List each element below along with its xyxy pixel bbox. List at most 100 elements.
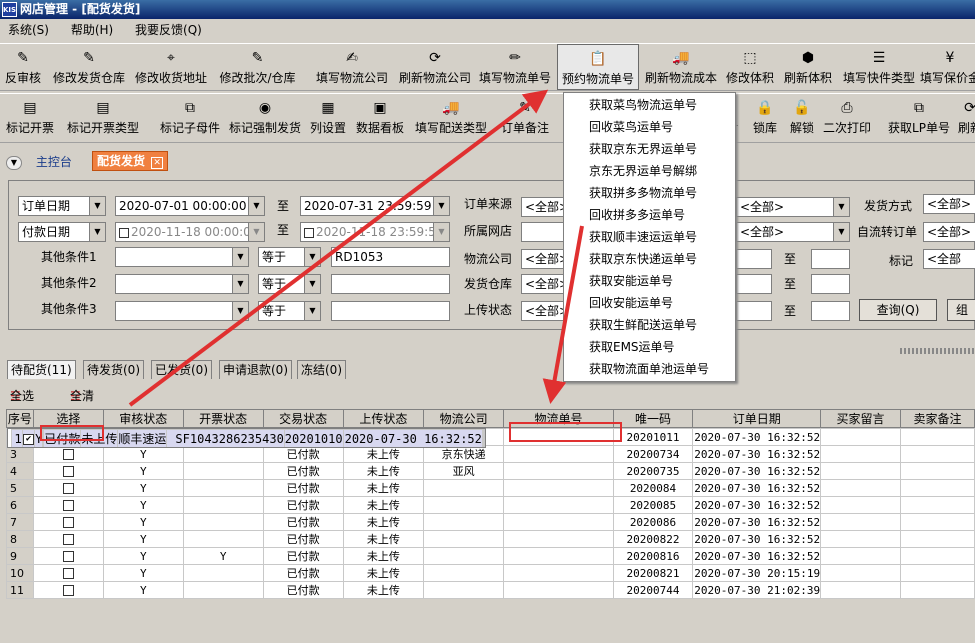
chevron-down-icon[interactable]: ▼ (6, 155, 22, 170)
cond2-field-select[interactable]: ▼ (115, 274, 249, 294)
toolbar1-button-0[interactable]: ✎ 反审核 (0, 44, 46, 90)
table-row[interactable]: 11 Y 已付款 未上传 20200744 2020-07-30 21:02:39 (6, 581, 975, 599)
toolbar1-button-2[interactable]: ⌖ 修改收货地址 (132, 44, 210, 90)
auto-flow-select[interactable]: <全部> (923, 222, 975, 242)
range-from-input-1[interactable] (736, 249, 772, 269)
cond1-value-input[interactable]: RD1053 (331, 247, 450, 267)
toolbar1-button-3[interactable]: ✎ 修改批次/仓库 (213, 44, 302, 90)
date-to-input-1[interactable]: 2020-07-31 23:59:59 ▼ (300, 196, 450, 216)
date-from-input-2[interactable]: 2020-11-18 00:00:00 ▼ (115, 222, 265, 242)
row-checkbox-cell[interactable] (32, 581, 104, 599)
range-from-input-2[interactable] (736, 274, 772, 294)
table-row[interactable]: 5 Y 已付款 未上传 2020084 2020-07-30 16:32:52 (6, 479, 975, 497)
column-header-9[interactable]: 订单日期 (692, 409, 822, 428)
column-header-3[interactable]: 开票状态 (182, 409, 264, 428)
column-header-10[interactable]: 买家留言 (820, 409, 901, 428)
column-header-2[interactable]: 审核状态 (102, 409, 184, 428)
menu-system[interactable]: 系统(S) (8, 23, 49, 37)
column-header-5[interactable]: 上传状态 (342, 409, 424, 428)
row-checkbox[interactable] (62, 568, 74, 579)
row-checkbox[interactable] (62, 500, 74, 511)
dropdown-item-8[interactable]: 获取安能运单号 (564, 270, 735, 292)
toolbar1-button-1[interactable]: ✎ 修改发货仓库 (50, 44, 128, 90)
dropdown-item-10[interactable]: 获取生鲜配送运单号 (564, 314, 735, 336)
query-button[interactable]: 查询(Q) (859, 299, 937, 321)
toolbar1-button-6[interactable]: ✏ 填写物流单号 (476, 44, 554, 90)
row-checkbox-cell[interactable] (32, 445, 104, 463)
dropdown-item-4[interactable]: 获取拼多多物流单号 (564, 182, 735, 204)
table-row[interactable]: 7 Y 已付款 未上传 2020086 2020-07-30 16:32:52 (6, 513, 975, 531)
dropdown-item-0[interactable]: 获取菜鸟物流运单号 (564, 94, 735, 116)
dropdown-item-7[interactable]: 获取京东快递运单号 (564, 248, 735, 270)
range-to-input-2[interactable] (811, 274, 850, 294)
table-row[interactable]: 3 Y 已付款 未上传 京东快递 20200734 2020-07-30 16:32:52 (6, 445, 975, 463)
cond3-field-select[interactable]: ▼ (115, 301, 249, 321)
date-type-select-1[interactable]: 订单日期 ▼ (18, 196, 106, 216)
order-source-select[interactable]: <全部> (521, 197, 565, 217)
row-checkbox[interactable] (62, 449, 74, 460)
tab-frozen[interactable]: 冻结(0) (297, 360, 346, 379)
tab-active[interactable]: 配货发货 ✕ (92, 151, 169, 171)
tab-pending-shipment[interactable]: 待发货(0) (83, 360, 144, 379)
toolbar1-button-11[interactable]: ☰ 填写快件类型 (839, 44, 919, 90)
tab-active-label[interactable]: 配货发货 (97, 154, 145, 168)
shop-select[interactable] (521, 222, 565, 242)
column-header-6[interactable]: 物流公司 (422, 409, 505, 428)
upload-select[interactable]: <全部> (521, 301, 565, 321)
tab-home-label[interactable]: 主控台 (36, 155, 72, 169)
filter-select-a[interactable]: <全部> ▼ (736, 197, 850, 217)
group-button[interactable]: 组 (947, 299, 975, 321)
row-checkbox[interactable] (62, 517, 74, 528)
column-header-8[interactable]: 唯一码 (612, 409, 694, 428)
row-checkbox-cell[interactable] (32, 462, 104, 480)
column-header-4[interactable]: 交易状态 (262, 409, 344, 428)
table-row[interactable]: 10 Y 已付款 未上传 20200821 2020-07-30 20:15:19 (6, 564, 975, 582)
table-row[interactable]: 9 Y Y 已付款 未上传 20200816 2020-07-30 16:32:52 (6, 547, 975, 565)
cond3-value-input[interactable] (331, 301, 450, 321)
row-checkbox[interactable] (62, 466, 74, 477)
date-to-input-2[interactable]: 2020-11-18 23:59:59 ▼ (300, 222, 450, 242)
cond1-op-select[interactable]: 等于 ▼ (258, 247, 321, 267)
dropdown-item-12[interactable]: 获取物流面单池运单号 (564, 358, 735, 380)
tab-home[interactable]: ▼ 主控台 (6, 153, 72, 170)
mark-select[interactable]: <全部 (923, 249, 975, 269)
toolbar2-button-3[interactable]: ◉ 标记强制发货 (224, 94, 306, 140)
range-to-input-1[interactable] (811, 249, 850, 269)
menu-help[interactable]: 帮助(H) (71, 23, 113, 37)
table-row[interactable]: 4 Y 已付款 未上传 亚风 20200735 2020-07-30 16:32:52 (6, 462, 975, 480)
splitter-grip[interactable] (900, 348, 975, 354)
toolbar2-button-6[interactable]: 🚚 填写配送类型 (410, 94, 492, 140)
toolbar2-button-9[interactable]: 🔓 解锁 (785, 94, 819, 140)
dropdown-item-3[interactable]: 京东无界运单号解绑 (564, 160, 735, 182)
date-from-input-1[interactable]: 2020-07-01 00:00:00 ▼ (115, 196, 265, 216)
row-checkbox-cell[interactable] (32, 564, 104, 582)
cond2-value-input[interactable] (331, 274, 450, 294)
toolbar1-button-12[interactable]: ¥ 填写保价金 (920, 44, 975, 90)
tab-refund-request[interactable]: 申请退款(0) (219, 360, 292, 379)
dropdown-item-6[interactable]: 获取顺丰速运运单号 (564, 226, 735, 248)
toolbar1-button-8[interactable]: 🚚 刷新物流成本 (642, 44, 720, 90)
row-checkbox-cell[interactable] (32, 547, 104, 565)
toolbar2-button-1[interactable]: ▤ 标记开票类型 (62, 94, 144, 140)
row-checkbox-cell[interactable]: ✔ (22, 429, 36, 447)
column-header-11[interactable]: 卖家备注 (899, 409, 975, 428)
row-checkbox[interactable] (62, 585, 74, 596)
range-to-input-3[interactable] (811, 301, 850, 321)
row-checkbox[interactable] (62, 483, 74, 494)
cond1-field-select[interactable]: ▼ (115, 247, 249, 267)
row-checkbox-cell[interactable] (32, 530, 104, 548)
dropdown-item-2[interactable]: 获取京东无界运单号 (564, 138, 735, 160)
toolbar2-button-10[interactable]: ⎙ 二次打印 (818, 94, 876, 140)
ship-method-select[interactable]: <全部> (923, 194, 975, 214)
menu-feedback[interactable]: 我要反馈(Q) (135, 23, 202, 37)
toolbar1-button-10[interactable]: ⬢ 刷新体积 (781, 44, 835, 90)
toolbar2-button-7[interactable]: ✎ 订单备注 (497, 94, 553, 140)
dropdown-item-5[interactable]: 回收拼多多运单号 (564, 204, 735, 226)
toolbar1-button-4[interactable]: ✍ 填写物流公司 (313, 44, 391, 90)
range-from-input-3[interactable] (736, 301, 772, 321)
toolbar1-button-5[interactable]: ⟳ 刷新物流公司 (396, 44, 474, 90)
toolbar2-button-4[interactable]: ▦ 列设置 (306, 94, 350, 140)
row-checkbox[interactable] (62, 551, 74, 562)
column-header-0[interactable]: 序号 (6, 409, 34, 428)
row-checkbox-cell[interactable] (32, 513, 104, 531)
